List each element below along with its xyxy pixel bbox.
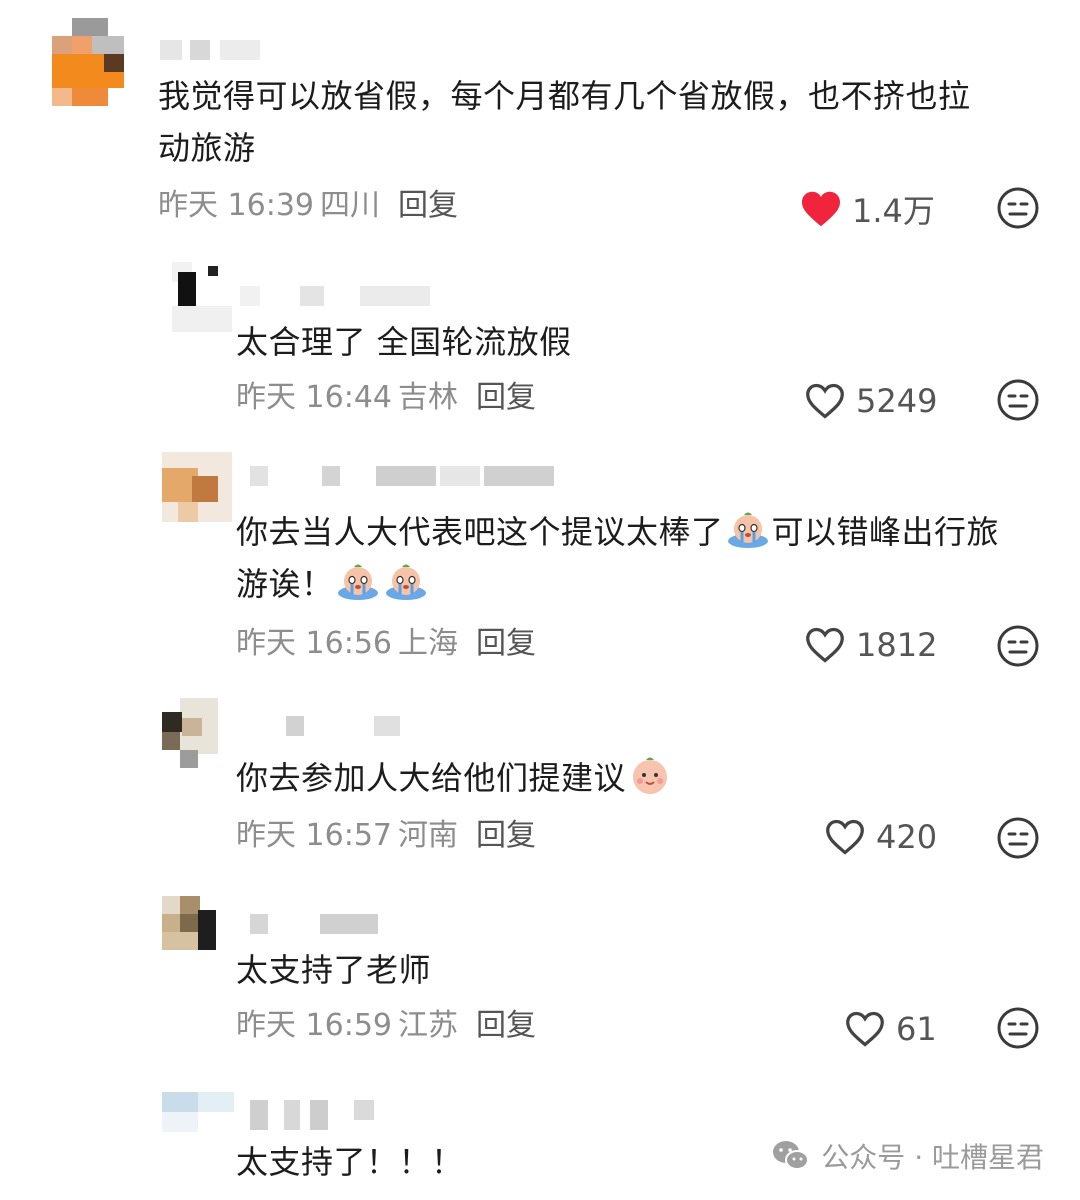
timestamp: 昨天 16:44 — [236, 380, 392, 415]
watermark-label: 公众号 · 吐槽星君 — [821, 1141, 1044, 1174]
heart-outline-icon — [806, 627, 844, 663]
username-blurred[interactable] — [250, 466, 560, 486]
reply-button[interactable]: 回复 — [476, 1008, 536, 1043]
comment-text: 太支持了！！！ — [236, 1143, 464, 1181]
comment-text: 你去参加人大给他们提建议 — [236, 752, 674, 804]
timestamp: 昨天 16:56 — [236, 626, 392, 661]
like-button[interactable]: 1812 — [804, 620, 937, 670]
watermark: 公众号 · 吐槽星君 — [771, 1136, 1044, 1176]
username-blurred[interactable] — [250, 914, 380, 934]
comment-text: 太合理了 全国轮流放假 — [236, 323, 572, 361]
username-blurred[interactable] — [160, 40, 270, 60]
like-count: 420 — [876, 818, 938, 856]
location: 江苏 — [398, 1008, 458, 1043]
avatar[interactable] — [172, 262, 232, 332]
timestamp: 昨天 16:59 — [236, 1008, 392, 1043]
dislike-face-icon[interactable] — [996, 1006, 1040, 1050]
location: 上海 — [398, 626, 458, 661]
heart-outline-icon — [826, 819, 864, 855]
like-button[interactable]: 5249 — [804, 376, 937, 426]
reply-button[interactable]: 回复 — [476, 380, 536, 415]
dislike-face-icon[interactable] — [996, 816, 1040, 860]
dislike-face-icon[interactable] — [996, 624, 1040, 668]
smiling-peach-emoji-icon — [633, 757, 668, 794]
like-button[interactable]: 61 — [844, 1004, 937, 1054]
username-blurred[interactable] — [286, 716, 416, 736]
comment-meta: 昨天 16:57 河南 回复 — [236, 816, 536, 856]
comment-meta: 昨天 16:56 上海 回复 — [236, 624, 536, 664]
location: 吉林 — [398, 380, 458, 415]
crying-emoji-icon — [385, 564, 426, 600]
comment-text: 我觉得可以放省假，每个月都有几个省放假，也不挤也拉 动旅游 — [158, 77, 971, 167]
location: 四川 — [320, 188, 380, 223]
comment-meta: 昨天 16:44 吉林 回复 — [236, 378, 536, 418]
like-count: 5249 — [856, 382, 938, 420]
avatar[interactable] — [162, 1092, 234, 1132]
comment-text: 太支持了老师 — [236, 951, 432, 989]
reply-button[interactable]: 回复 — [476, 818, 536, 853]
dislike-face-icon[interactable] — [996, 378, 1040, 422]
heart-outline-icon — [806, 383, 844, 419]
like-count: 61 — [896, 1010, 937, 1048]
dislike-face-icon[interactable] — [996, 186, 1040, 230]
wechat-icon — [773, 1141, 810, 1170]
timestamp: 昨天 16:57 — [236, 818, 392, 853]
comment-text: 你去当人大代表吧这个提议太棒了 可以错峰出行旅 游诶！ — [236, 506, 1046, 610]
reply-button[interactable]: 回复 — [398, 188, 458, 223]
like-count: 1812 — [856, 626, 938, 664]
heart-outline-icon — [846, 1011, 884, 1047]
like-button[interactable]: 1.4万 — [800, 184, 935, 234]
reply-button[interactable]: 回复 — [476, 626, 536, 661]
avatar[interactable] — [162, 452, 232, 522]
crying-emoji-icon — [337, 564, 378, 600]
crying-emoji-icon — [727, 512, 768, 548]
timestamp: 昨天 16:39 — [158, 188, 314, 223]
avatar[interactable] — [162, 698, 218, 768]
comment-meta: 昨天 16:39 四川 回复 — [158, 186, 458, 226]
location: 河南 — [398, 818, 458, 853]
avatar[interactable] — [52, 18, 124, 106]
comment-meta: 昨天 16:59 江苏 回复 — [236, 1006, 536, 1046]
avatar[interactable] — [162, 896, 234, 950]
username-blurred[interactable] — [240, 286, 440, 306]
username-blurred[interactable] — [250, 1100, 380, 1130]
heart-filled-icon — [802, 191, 840, 227]
like-count: 1.4万 — [852, 192, 935, 230]
like-button[interactable]: 420 — [824, 812, 937, 862]
